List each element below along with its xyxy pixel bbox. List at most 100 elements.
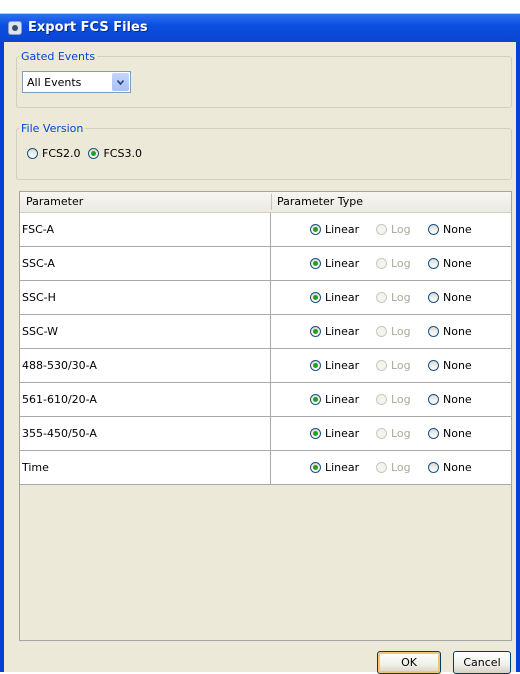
log-option: Log bbox=[376, 359, 428, 372]
parameter-type-options: Linear Log None bbox=[310, 325, 472, 338]
parameter-name-cell: 488-530/30-A bbox=[20, 349, 271, 382]
table-row[interactable]: 561-610/20-A Linear Log None bbox=[20, 383, 511, 417]
log-radio bbox=[376, 326, 387, 337]
linear-label: Linear bbox=[325, 359, 360, 372]
log-option: Log bbox=[376, 461, 428, 474]
none-label: None bbox=[443, 325, 472, 338]
parameter-table: Parameter Parameter Type FSC-A Linear Log N… bbox=[19, 191, 512, 641]
none-option[interactable]: None bbox=[428, 359, 472, 372]
linear-option[interactable]: Linear bbox=[310, 427, 376, 440]
log-option: Log bbox=[376, 223, 428, 236]
parameter-type-options: Linear Log None bbox=[310, 461, 472, 474]
linear-radio[interactable] bbox=[310, 258, 321, 269]
parameter-name-cell: SSC-H bbox=[20, 281, 271, 314]
background-strip bbox=[0, 0, 520, 14]
parameter-name: 355-450/50-A bbox=[22, 427, 97, 440]
none-option[interactable]: None bbox=[428, 223, 472, 236]
log-option: Log bbox=[376, 393, 428, 406]
none-label: None bbox=[443, 257, 472, 270]
none-radio[interactable] bbox=[428, 462, 439, 473]
none-radio[interactable] bbox=[428, 326, 439, 337]
none-label: None bbox=[443, 291, 472, 304]
none-option[interactable]: None bbox=[428, 461, 472, 474]
log-radio bbox=[376, 462, 387, 473]
linear-radio[interactable] bbox=[310, 394, 321, 405]
fcs20-radio[interactable] bbox=[27, 148, 38, 159]
linear-radio[interactable] bbox=[310, 360, 321, 371]
linear-option[interactable]: Linear bbox=[310, 291, 376, 304]
log-option: Log bbox=[376, 427, 428, 440]
none-label: None bbox=[443, 427, 472, 440]
linear-option[interactable]: Linear bbox=[310, 223, 376, 236]
fcs20-option[interactable]: FCS2.0 bbox=[27, 147, 80, 160]
linear-option[interactable]: Linear bbox=[310, 359, 376, 372]
table-row[interactable]: Time Linear Log None bbox=[20, 451, 511, 485]
parameter-name: FSC-A bbox=[22, 223, 55, 236]
linear-radio[interactable] bbox=[310, 326, 321, 337]
none-radio[interactable] bbox=[428, 428, 439, 439]
log-radio bbox=[376, 224, 387, 235]
cancel-button[interactable]: Cancel bbox=[453, 651, 511, 674]
ok-button[interactable]: OK bbox=[377, 651, 441, 674]
dropdown-button[interactable] bbox=[112, 73, 129, 91]
gated-events-select[interactable]: All Events bbox=[22, 71, 131, 93]
linear-label: Linear bbox=[325, 223, 360, 236]
none-option[interactable]: None bbox=[428, 325, 472, 338]
fcs30-label: FCS3.0 bbox=[103, 147, 142, 160]
linear-label: Linear bbox=[325, 291, 360, 304]
none-radio[interactable] bbox=[428, 224, 439, 235]
parameter-name-cell: Time bbox=[20, 451, 271, 484]
fcs30-option[interactable]: FCS3.0 bbox=[88, 147, 142, 160]
none-radio[interactable] bbox=[428, 360, 439, 371]
linear-radio[interactable] bbox=[310, 462, 321, 473]
table-row[interactable]: SSC-W Linear Log None bbox=[20, 315, 511, 349]
parameter-type-options: Linear Log None bbox=[310, 393, 472, 406]
file-version-legend: File Version bbox=[21, 122, 84, 135]
parameter-type-options: Linear Log None bbox=[310, 291, 472, 304]
linear-radio[interactable] bbox=[310, 292, 321, 303]
parameter-name: SSC-A bbox=[22, 257, 55, 270]
none-option[interactable]: None bbox=[428, 291, 472, 304]
none-option[interactable]: None bbox=[428, 257, 472, 270]
parameter-type-options: Linear Log None bbox=[310, 427, 472, 440]
gated-events-value: All Events bbox=[27, 76, 82, 89]
table-row[interactable]: SSC-H Linear Log None bbox=[20, 281, 511, 315]
log-label: Log bbox=[391, 223, 411, 236]
linear-option[interactable]: Linear bbox=[310, 325, 376, 338]
log-option: Log bbox=[376, 325, 428, 338]
parameter-name-cell: 561-610/20-A bbox=[20, 383, 271, 416]
linear-option[interactable]: Linear bbox=[310, 257, 376, 270]
linear-label: Linear bbox=[325, 325, 360, 338]
none-radio[interactable] bbox=[428, 394, 439, 405]
linear-radio[interactable] bbox=[310, 224, 321, 235]
dialog-content: Gated Events All Events File Version FCS… bbox=[4, 42, 516, 674]
log-radio bbox=[376, 292, 387, 303]
header-parameter[interactable]: Parameter bbox=[26, 195, 83, 208]
linear-label: Linear bbox=[325, 427, 360, 440]
none-label: None bbox=[443, 223, 472, 236]
app-icon bbox=[8, 21, 22, 35]
none-radio[interactable] bbox=[428, 258, 439, 269]
log-label: Log bbox=[391, 461, 411, 474]
parameter-name-cell: SSC-A bbox=[20, 247, 271, 280]
header-parameter-type[interactable]: Parameter Type bbox=[277, 195, 363, 208]
log-label: Log bbox=[391, 393, 411, 406]
linear-option[interactable]: Linear bbox=[310, 393, 376, 406]
title-bar[interactable]: Export FCS Files bbox=[0, 14, 520, 42]
log-label: Log bbox=[391, 325, 411, 338]
log-radio bbox=[376, 394, 387, 405]
none-option[interactable]: None bbox=[428, 427, 472, 440]
table-row[interactable]: SSC-A Linear Log None bbox=[20, 247, 511, 281]
table-row[interactable]: 488-530/30-A Linear Log None bbox=[20, 349, 511, 383]
log-radio bbox=[376, 360, 387, 371]
none-radio[interactable] bbox=[428, 292, 439, 303]
table-row[interactable]: 355-450/50-A Linear Log None bbox=[20, 417, 511, 451]
linear-radio[interactable] bbox=[310, 428, 321, 439]
parameter-name: 561-610/20-A bbox=[22, 393, 97, 406]
none-option[interactable]: None bbox=[428, 393, 472, 406]
fcs30-radio[interactable] bbox=[88, 148, 100, 159]
linear-option[interactable]: Linear bbox=[310, 461, 376, 474]
log-label: Log bbox=[391, 291, 411, 304]
table-row[interactable]: FSC-A Linear Log None bbox=[20, 213, 511, 247]
parameter-name-cell: 355-450/50-A bbox=[20, 417, 271, 450]
